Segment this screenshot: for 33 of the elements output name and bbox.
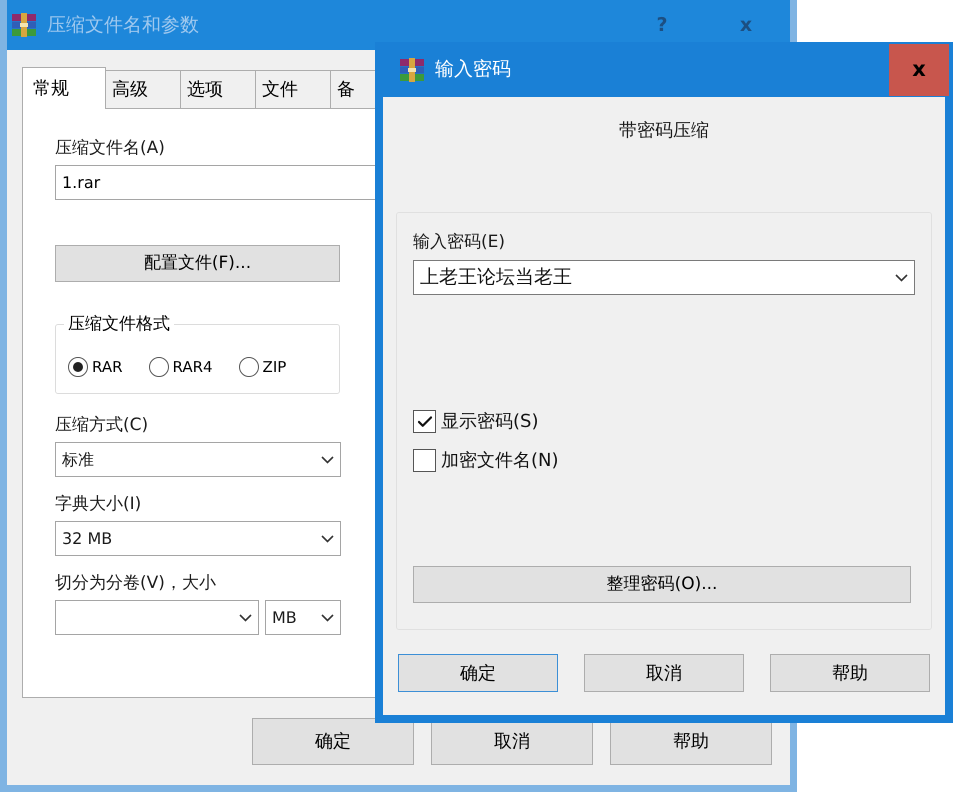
profiles-button[interactable]: 配置文件(F)... [55, 245, 340, 282]
password-field[interactable]: 上老王论坛当老王 [413, 260, 915, 295]
chevron-down-icon [321, 614, 334, 622]
dialog-button[interactable]: 取消 [584, 654, 744, 692]
dialog-heading: 带密码压缩 [619, 119, 709, 143]
field-label: 输入密码(E) [413, 231, 506, 253]
radio-button[interactable]: RAR [68, 356, 122, 378]
dictionary-dropdown[interactable]: 32 MB [55, 521, 341, 556]
chevron-down-icon [321, 456, 334, 464]
chevron-down-icon [895, 274, 908, 282]
tab[interactable]: 常规 [22, 67, 106, 109]
checkbox-option[interactable]: 显示密码(S) [413, 408, 559, 435]
dialog-button[interactable]: 确定 [252, 718, 414, 765]
dialog-button[interactable]: 确定 [398, 654, 558, 692]
field-label: 压缩方式(C) [55, 414, 148, 436]
volume-size-dropdown[interactable] [55, 600, 259, 635]
method-dropdown[interactable]: 标准 [55, 442, 341, 477]
stacked-books-icon [399, 58, 425, 82]
unit-dropdown[interactable]: MB [265, 600, 341, 635]
checkbox-option[interactable]: 加密文件名(N) [413, 447, 559, 474]
window-title: 压缩文件名和参数 [47, 12, 199, 38]
close-button[interactable]: x [889, 44, 949, 96]
field-label: 切分为分卷(V)，大小 [55, 572, 216, 594]
dialog-title: 输入密码 [435, 57, 511, 82]
field-label: 字典大小(I) [55, 493, 142, 515]
radio-button[interactable]: ZIP [238, 356, 286, 378]
radio-button[interactable]: RAR4 [148, 356, 213, 378]
chevron-down-icon [321, 534, 334, 542]
field-label: 压缩文件名(A) [55, 137, 165, 159]
chevron-down-icon [239, 614, 252, 622]
organize-passwords-button[interactable]: 整理密码(O)... [413, 566, 911, 603]
dialog-button[interactable]: 帮助 [770, 654, 930, 692]
stacked-books-icon [11, 13, 37, 37]
